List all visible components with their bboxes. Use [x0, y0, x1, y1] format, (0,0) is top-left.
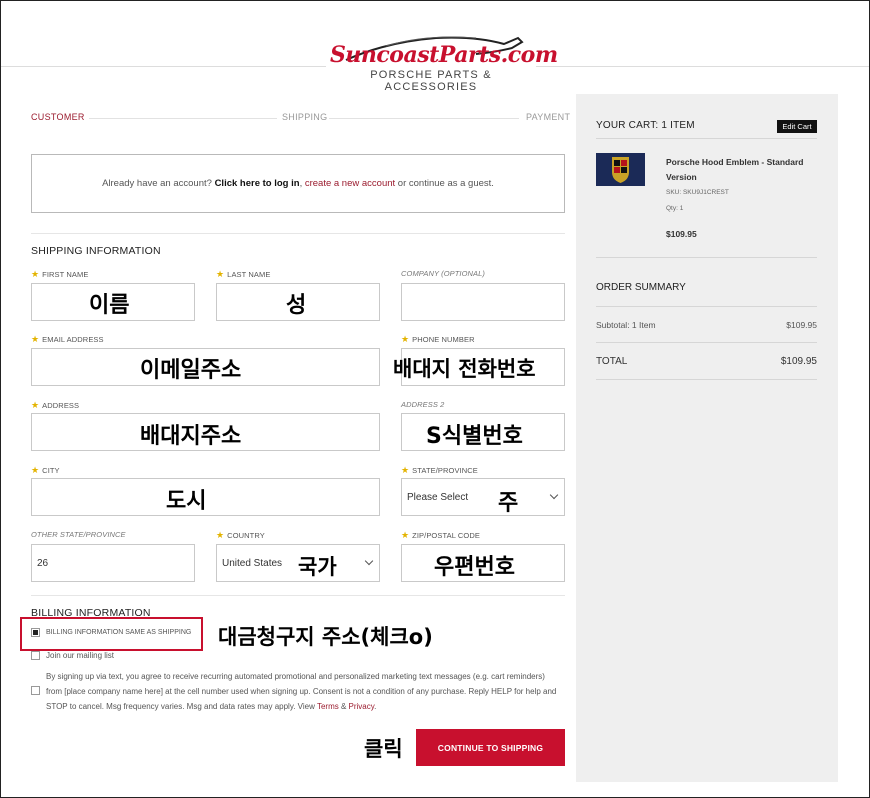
section-divider [31, 233, 565, 234]
required-star-icon: ★ [401, 334, 410, 344]
billing-same-checkbox[interactable] [31, 628, 40, 637]
subtotal-row: Subtotal: 1 Item $109.95 [596, 320, 817, 330]
subtotal-label: Subtotal: 1 Item [596, 320, 656, 330]
login-prompt: Already have an account? Click here to l… [31, 154, 565, 213]
annotation-click: 클릭 [364, 737, 403, 761]
annotation-email: 이메일주소 [140, 358, 242, 383]
total-label: TOTAL [596, 356, 628, 367]
required-star-icon: ★ [31, 269, 40, 279]
step-shipping: SHIPPING [282, 112, 328, 122]
required-star-icon: ★ [216, 530, 225, 540]
chevron-down-icon [549, 490, 559, 500]
company-field[interactable] [401, 283, 565, 321]
create-account-link[interactable]: create a new account [305, 178, 395, 189]
continue-to-shipping-button[interactable]: CONTINUE TO SHIPPING [416, 729, 565, 766]
subtotal-value: $109.95 [786, 320, 817, 330]
cart-divider [596, 379, 817, 380]
site-logo[interactable]: SuncoastParts.com PORSCHE PARTS & ACCESS… [326, 28, 558, 93]
required-star-icon: ★ [401, 465, 410, 475]
city-label: ★ CITY [31, 465, 60, 475]
required-star-icon: ★ [401, 530, 410, 540]
required-star-icon: ★ [216, 269, 225, 279]
annotation-zip: 우편번호 [434, 555, 515, 580]
annotation-state: 주 [498, 491, 519, 516]
order-summary-title: ORDER SUMMARY [596, 282, 686, 293]
annotation-first-name: 이름 [89, 293, 130, 318]
annotation-address2: S식별번호 [426, 424, 523, 449]
billing-same-label: BILLING INFORMATION SAME AS SHIPPING [46, 629, 192, 636]
state-select[interactable]: Please Select [401, 478, 565, 516]
shipping-section-title: SHIPPING INFORMATION [31, 245, 161, 257]
product-name[interactable]: Porsche Hood Emblem - Standard Version [666, 155, 816, 185]
annotation-phone: 배대지 전화번호 [393, 357, 536, 381]
section-divider [31, 595, 565, 596]
country-selected-value: United States [222, 557, 283, 569]
mailing-list-label: Join our mailing list [46, 651, 115, 660]
cart-divider [596, 257, 817, 258]
annotation-last-name: 성 [286, 293, 307, 318]
logo-tagline: PORSCHE PARTS & ACCESSORIES [370, 69, 492, 93]
edit-cart-button[interactable]: Edit Cart [777, 120, 817, 133]
product-qty: Qty: 1 [666, 205, 684, 212]
chevron-down-icon [364, 556, 374, 566]
total-value: $109.95 [780, 356, 817, 367]
first-name-label: ★ FIRST NAME [31, 269, 89, 279]
cart-divider [596, 342, 817, 343]
email-label: ★ EMAIL ADDRESS [31, 334, 104, 344]
country-label: ★ COUNTRY [216, 530, 265, 540]
cart-sidebar: YOUR CART: 1 ITEM Edit Cart Porsche Hood… [576, 94, 838, 782]
last-name-label: ★ LAST NAME [216, 269, 271, 279]
sms-consent-checkbox[interactable] [31, 686, 40, 695]
annotation-billing: 대금청구지 주소(체크o) [218, 625, 433, 649]
company-label: COMPANY (OPTIONAL) [401, 269, 486, 278]
required-star-icon: ★ [31, 465, 40, 475]
state-selected-value: Please Select [407, 491, 469, 503]
cart-divider [596, 138, 817, 139]
required-star-icon: ★ [31, 334, 40, 344]
state-label: ★ STATE/PROVINCE [401, 465, 478, 475]
privacy-link[interactable]: Privacy [349, 702, 375, 711]
login-link[interactable]: Click here to log in [215, 178, 300, 189]
login-suffix: or continue as a guest. [395, 178, 494, 189]
terms-link[interactable]: Terms [317, 702, 339, 711]
required-star-icon: ★ [31, 400, 40, 410]
other-state-label: OTHER STATE/PROVINCE [31, 530, 126, 539]
login-prefix: Already have an account? [102, 178, 215, 189]
total-row: TOTAL $109.95 [596, 356, 817, 367]
checkout-steps: CUSTOMER SHIPPING PAYMENT [31, 112, 570, 124]
step-payment: PAYMENT [526, 112, 571, 122]
zip-label: ★ ZIP/POSTAL CODE [401, 530, 480, 540]
mailing-list-checkbox[interactable] [31, 651, 40, 660]
address2-label: ADDRESS 2 [401, 400, 445, 409]
sms-consent-text: By signing up via text, you agree to rec… [46, 672, 557, 711]
address-label: ★ ADDRESS [31, 400, 80, 410]
porsche-crest-icon [596, 153, 645, 186]
logo-wordmark: SuncoastParts.com [330, 42, 558, 68]
cart-divider [596, 306, 817, 307]
product-thumbnail[interactable] [596, 153, 645, 186]
step-divider [89, 118, 277, 119]
product-sku: SKU: SKU9J1CREST [666, 189, 729, 196]
product-price: $109.95 [666, 229, 697, 239]
phone-label: ★ PHONE NUMBER [401, 334, 475, 344]
other-state-field[interactable]: 26 [31, 544, 195, 582]
annotation-address: 배대지주소 [140, 424, 242, 449]
step-customer: CUSTOMER [31, 112, 85, 122]
cart-title: YOUR CART: 1 ITEM [596, 120, 695, 131]
annotation-country: 국가 [298, 555, 337, 579]
step-divider [329, 118, 519, 119]
annotation-city: 도시 [166, 489, 207, 514]
